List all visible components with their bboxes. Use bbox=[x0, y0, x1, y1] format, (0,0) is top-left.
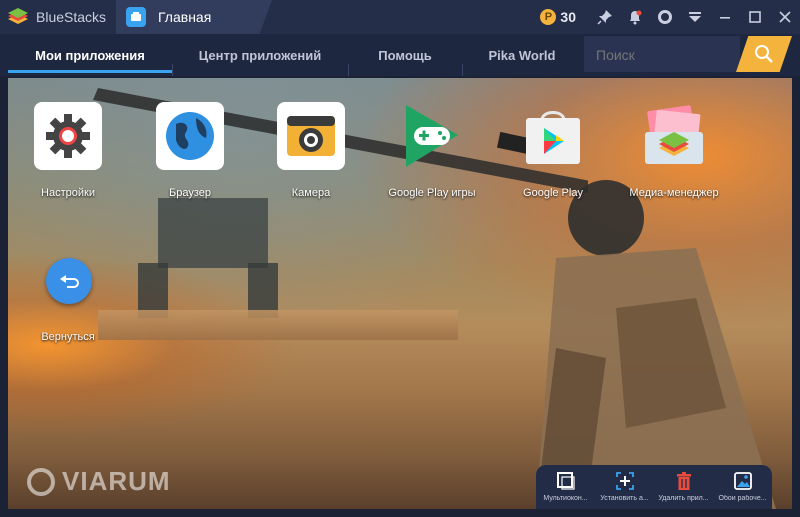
wallpaper-wall bbox=[98, 310, 458, 340]
search-input[interactable] bbox=[584, 36, 728, 74]
watermark: VIARUM bbox=[26, 466, 171, 497]
tab-pika-world-label: Pika World bbox=[488, 47, 556, 63]
multi-window-button[interactable]: Мультиокон... bbox=[536, 465, 595, 509]
app-browser[interactable]: Браузер bbox=[130, 102, 250, 199]
trash-icon bbox=[676, 472, 691, 490]
install-apk-icon bbox=[615, 472, 634, 490]
pin-button[interactable] bbox=[590, 0, 620, 34]
app-google-play-games[interactable]: Google Play игры bbox=[372, 102, 492, 199]
close-button[interactable] bbox=[770, 0, 800, 34]
minimize-icon bbox=[720, 17, 730, 19]
media-folder-icon bbox=[640, 102, 708, 170]
coin-icon: P bbox=[540, 9, 557, 25]
account-icon bbox=[658, 10, 672, 24]
app-media-manager[interactable]: Медиа-менеджер bbox=[614, 102, 734, 199]
wallpaper-button[interactable]: Обои рабоче... bbox=[713, 465, 772, 509]
gamepad-icon bbox=[398, 102, 466, 170]
tab-help-label: Помощь bbox=[378, 47, 432, 63]
back-button[interactable] bbox=[46, 258, 92, 304]
globe-icon bbox=[156, 102, 224, 170]
pin-icon bbox=[597, 10, 612, 25]
bell-icon bbox=[630, 10, 642, 25]
multi-window-label: Мультиокон... bbox=[543, 495, 588, 502]
title-bar: BlueStacks Главная P 30 bbox=[0, 0, 800, 34]
app-label: Браузер bbox=[169, 187, 211, 199]
tab-home[interactable]: Главная bbox=[116, 0, 272, 34]
search-box bbox=[584, 36, 740, 74]
app-camera[interactable]: Камера bbox=[251, 102, 371, 199]
chevron-down-icon bbox=[689, 12, 701, 22]
install-apk-label: Установить а... bbox=[600, 495, 649, 502]
menu-button[interactable] bbox=[680, 0, 710, 34]
app-label: Камера bbox=[291, 187, 331, 199]
tab-my-apps-label: Мои приложения bbox=[35, 47, 145, 63]
tab-my-apps[interactable]: Мои приложения bbox=[8, 34, 172, 76]
multi-window-icon bbox=[556, 472, 575, 490]
viarum-logo-icon bbox=[27, 467, 55, 496]
close-icon bbox=[779, 11, 791, 23]
home-desktop: Настройки Браузер Камера Google Play игр… bbox=[8, 78, 792, 509]
uninstall-app-label: Удалить прил... bbox=[658, 495, 709, 502]
notifications-button[interactable] bbox=[620, 0, 650, 34]
brand: BlueStacks bbox=[6, 6, 106, 28]
wallpaper-icon bbox=[733, 472, 752, 490]
brand-name: BlueStacks bbox=[36, 9, 107, 25]
search-icon bbox=[755, 45, 773, 63]
bottom-toolbar: Мультиокон... Установить а... Удалить пр… bbox=[536, 465, 772, 509]
wallpaper-soldier-graphic bbox=[536, 180, 776, 509]
camera-icon bbox=[277, 102, 345, 170]
maximize-icon bbox=[749, 11, 761, 23]
titlebar-controls: P 30 bbox=[540, 0, 800, 34]
coins-counter[interactable]: P 30 bbox=[540, 9, 576, 25]
app-label: Настройки bbox=[41, 187, 95, 199]
play-store-icon bbox=[519, 102, 587, 170]
back-arrow-icon bbox=[60, 275, 79, 288]
app-label: Google Play игры bbox=[388, 187, 476, 199]
app-label: Медиа-менеджер bbox=[629, 187, 719, 199]
back-label: Вернуться bbox=[41, 331, 95, 343]
watermark-text: VIARUM bbox=[62, 466, 171, 496]
tab-app-center[interactable]: Центр приложений bbox=[172, 34, 348, 76]
bluestacks-logo-icon bbox=[8, 8, 28, 24]
app-label: Google Play bbox=[523, 187, 583, 199]
gear-icon bbox=[34, 102, 102, 170]
tab-home-label: Главная bbox=[158, 9, 212, 25]
home-icon bbox=[126, 7, 146, 27]
install-apk-button[interactable]: Установить а... bbox=[595, 465, 654, 509]
tab-app-center-label: Центр приложений bbox=[198, 47, 322, 63]
wallpaper-label: Обои рабоче... bbox=[718, 495, 767, 502]
app-google-play[interactable]: Google Play bbox=[493, 102, 613, 199]
coins-value: 30 bbox=[560, 9, 576, 25]
account-button[interactable] bbox=[650, 0, 680, 34]
app-settings[interactable]: Настройки bbox=[8, 102, 128, 199]
uninstall-app-button[interactable]: Удалить прил... bbox=[654, 465, 713, 509]
maximize-button[interactable] bbox=[740, 0, 770, 34]
tab-help[interactable]: Помощь bbox=[348, 34, 462, 76]
minimize-button[interactable] bbox=[710, 0, 740, 34]
tab-pika-world[interactable]: Pika World bbox=[462, 34, 582, 76]
